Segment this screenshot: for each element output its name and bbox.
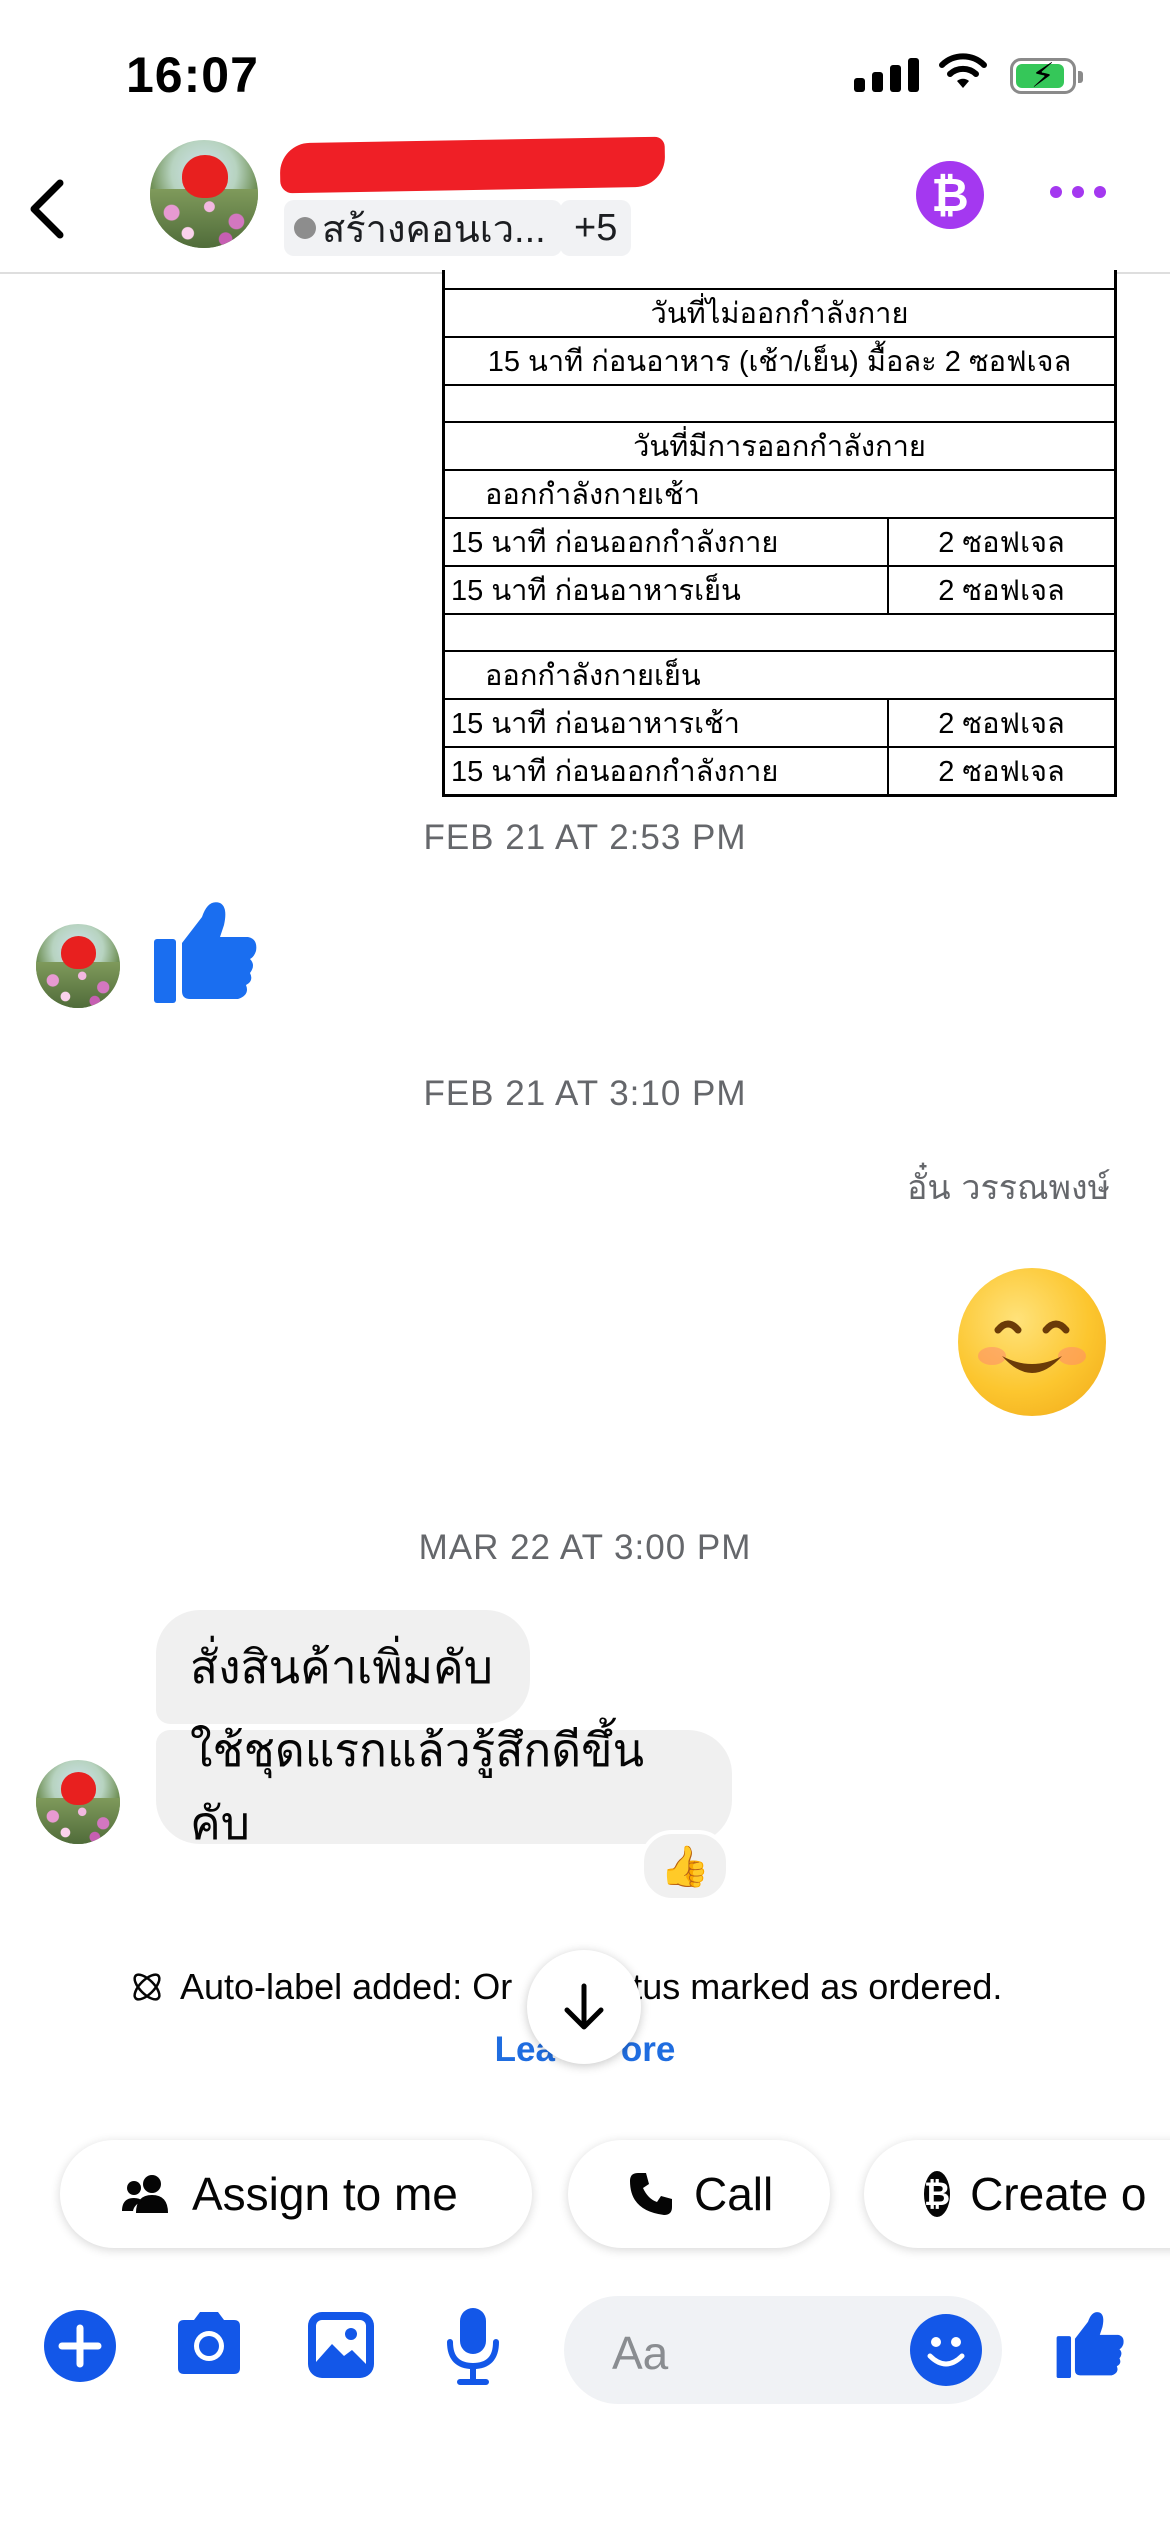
sender-name: อั๋น วรรณพงษ์ xyxy=(906,1168,1110,1208)
assign-to-me-label: Assign to me xyxy=(192,2168,458,2220)
message-reaction[interactable]: 👍 xyxy=(640,1830,730,1902)
cellular-signal-icon xyxy=(854,58,919,92)
timestamp: FEB 21 AT 2:53 PM xyxy=(423,818,747,857)
message-bubble[interactable]: สั่งสินค้าเพิ่มคับ xyxy=(156,1610,530,1724)
phone-icon xyxy=(630,2173,672,2215)
tag-label: สร้างคอนเว... xyxy=(322,208,546,251)
auto-label-text-start: Auto-label added: Or xyxy=(180,1966,513,2007)
attachment-table-image[interactable]: วันที่ไม่ออกกำลังกาย 15 นาที ก่อนอาหาร (เ… xyxy=(442,270,1117,797)
table-cell: ออกกำลังกายเช้า xyxy=(442,469,1117,519)
bitcoin-icon[interactable]: ₿ xyxy=(916,161,984,229)
battery-charging-icon: ⚡ xyxy=(1010,58,1083,94)
plus-glyph xyxy=(58,2324,102,2368)
table-row xyxy=(442,613,1117,652)
table-row: 15 นาที ก่อนอาหาร (เช้า/เย็น) มื้อละ 2 ซ… xyxy=(442,336,1117,386)
assign-to-me-button[interactable]: Assign to me xyxy=(60,2140,532,2248)
table-cell: 2 ซอฟเจล xyxy=(887,746,1117,797)
table-row: 15 นาที ก่อนออกกำลังกาย 2 ซอฟเจล xyxy=(442,517,1117,567)
contact-avatar-small[interactable] xyxy=(36,1760,120,1844)
table-cell: 2 ซอฟเจล xyxy=(887,517,1117,567)
thumbs-up-icon[interactable] xyxy=(1054,2306,1126,2382)
table-row: วันที่มีการออกกำลังกาย xyxy=(442,421,1117,471)
message-text: สั่งสินค้าเพิ่มคับ xyxy=(190,1639,493,1694)
table-cell: 15 นาที ก่อนอาหารเช้า xyxy=(442,698,889,748)
table-row: ออกกำลังกายเย็น xyxy=(442,650,1117,700)
timestamp: MAR 22 AT 3:00 PM xyxy=(418,1528,752,1567)
people-icon xyxy=(122,2175,168,2213)
table-row xyxy=(442,384,1117,423)
contact-avatar-small[interactable] xyxy=(36,924,120,1008)
table-cell: 2 ซอฟเจล xyxy=(887,565,1117,615)
more-icon[interactable] xyxy=(1050,186,1106,198)
back-chevron-icon[interactable] xyxy=(20,175,74,243)
smile-emoji[interactable] xyxy=(958,1268,1106,1416)
table-cell: วันที่มีการออกกำลังกาย xyxy=(442,421,1117,471)
emoji-face xyxy=(927,2337,965,2367)
timestamp: FEB 21 AT 3:10 PM xyxy=(423,1074,747,1113)
atom-icon xyxy=(133,1973,161,2001)
table-row: 15 นาที ก่อนอาหารเช้า 2 ซอฟเจล xyxy=(442,698,1117,748)
message-bubble[interactable]: ใช้ชุดแรกแล้วรู้สึกดีขึ้นคับ xyxy=(156,1723,732,1850)
bitcoin-icon: ₿ xyxy=(924,2171,951,2217)
table-cell xyxy=(442,613,1117,652)
auto-label-text-end: tus marked as ordered. xyxy=(632,1966,1003,2007)
contact-avatar[interactable] xyxy=(150,140,258,248)
tag-dot-icon xyxy=(294,217,316,239)
conversation-tag-pill[interactable]: สร้างคอนเว... xyxy=(284,200,562,256)
create-order-button[interactable]: ₿ Create o xyxy=(864,2140,1170,2248)
camera-icon[interactable] xyxy=(172,2312,246,2376)
message-input-placeholder[interactable]: Aa xyxy=(612,2326,668,2380)
table-cell: 15 นาที ก่อนออกกำลังกาย xyxy=(442,517,889,567)
table-cell: ออกกำลังกายเย็น xyxy=(442,650,1117,700)
table-cell: 2 ซอฟเจล xyxy=(887,698,1117,748)
smile-face-icon xyxy=(978,1320,1086,1373)
thumbs-up-icon[interactable] xyxy=(150,895,260,1007)
table-cell xyxy=(442,384,1117,423)
table-cell: 15 นาที ก่อนอาหารเย็น xyxy=(442,565,889,615)
message-text: ใช้ชุดแรกแล้วรู้สึกดีขึ้นคับ xyxy=(190,1723,645,1850)
table-row: 15 นาที ก่อนอาหารเย็น 2 ซอฟเจล xyxy=(442,565,1117,615)
image-icon[interactable] xyxy=(306,2310,376,2380)
table-cell: 15 นาที ก่อนอาหาร (เช้า/เย็น) มื้อละ 2 ซ… xyxy=(442,336,1117,386)
scroll-to-bottom-button[interactable] xyxy=(527,1950,641,2064)
table-row: 15 นาที ก่อนออกกำลังกาย 2 ซอฟเจล xyxy=(442,746,1117,797)
wifi-icon xyxy=(939,53,987,88)
emoji-icon[interactable] xyxy=(910,2314,982,2386)
more-tags-pill[interactable]: +5 xyxy=(560,200,632,256)
call-button[interactable]: Call xyxy=(568,2140,830,2248)
create-order-label: Create o xyxy=(970,2168,1147,2220)
table-cell: 15 นาที ก่อนออกกำลังกาย xyxy=(442,746,889,797)
mic-icon[interactable] xyxy=(444,2306,502,2386)
arrow-down-icon xyxy=(564,1983,604,2030)
plus-icon[interactable] xyxy=(44,2310,116,2382)
table-cell: วันที่ไม่ออกกำลังกาย xyxy=(442,288,1117,338)
table-row: ออกกำลังกายเช้า xyxy=(442,469,1117,519)
status-time: 16:07 xyxy=(126,47,259,103)
table-row: วันที่ไม่ออกกำลังกาย xyxy=(442,288,1117,338)
redacted-contact-name[interactable] xyxy=(279,136,666,194)
call-label: Call xyxy=(694,2168,774,2220)
